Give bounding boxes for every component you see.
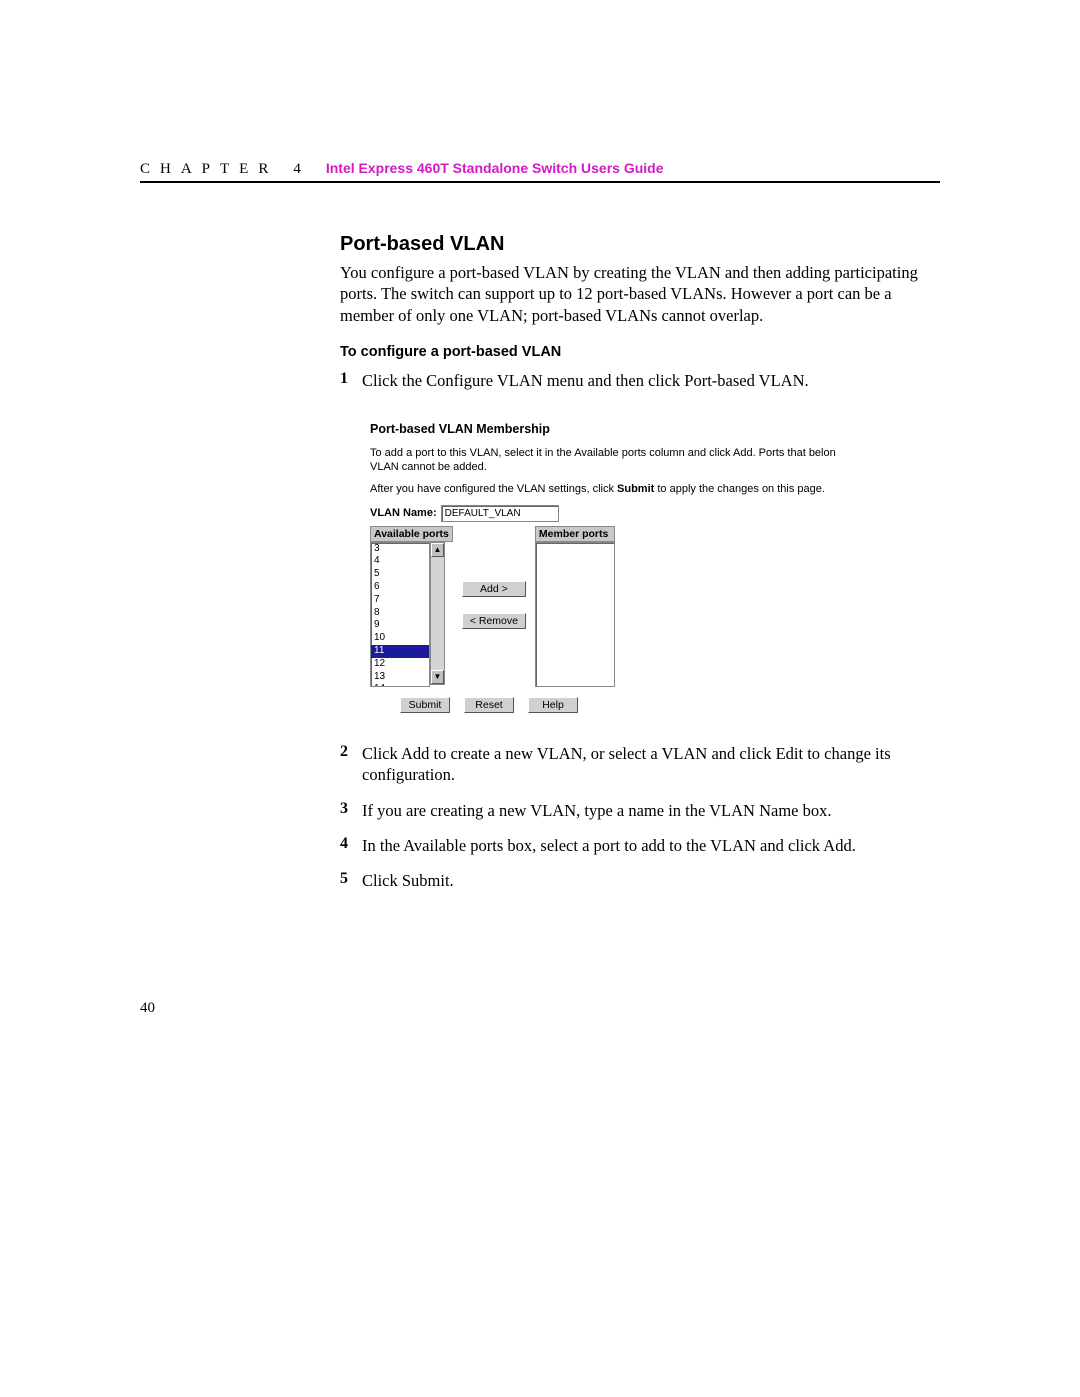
member-ports-listbox[interactable] xyxy=(535,542,615,687)
step-number: 4 xyxy=(340,835,362,856)
list-item[interactable]: 14 xyxy=(371,683,429,686)
vlan-membership-screenshot: Port-based VLAN Membership To add a port… xyxy=(370,422,940,713)
list-item[interactable]: 10 xyxy=(371,632,429,645)
sub-heading: To configure a port-based VLAN xyxy=(340,344,940,360)
remove-button[interactable]: < Remove xyxy=(462,613,526,629)
intro-paragraph: You configure a port-based VLAN by creat… xyxy=(340,262,940,326)
list-item[interactable]: 3 xyxy=(371,543,429,556)
list-item[interactable]: 9 xyxy=(371,619,429,632)
step-number: 3 xyxy=(340,800,362,821)
member-ports-header: Member ports xyxy=(535,526,615,542)
screenshot-title: Port-based VLAN Membership xyxy=(370,422,940,436)
guide-title: Intel Express 460T Standalone Switch Use… xyxy=(326,160,664,176)
vlan-name-input[interactable] xyxy=(441,505,559,522)
running-header: CHAPTER 4 Intel Express 460T Standalone … xyxy=(140,160,940,183)
step-1: 1 Click the Configure VLAN menu and then… xyxy=(340,370,940,391)
step-text: Click the Configure VLAN menu and then c… xyxy=(362,370,940,391)
scroll-down-icon[interactable]: ▼ xyxy=(431,670,444,684)
step-text: In the Available ports box, select a por… xyxy=(362,835,940,856)
chapter-number: 4 xyxy=(293,161,301,178)
screenshot-instruction-1: To add a port to this VLAN, select it in… xyxy=(370,446,940,475)
step-5: 5 Click Submit. xyxy=(340,870,940,891)
step-number: 2 xyxy=(340,743,362,786)
available-ports-header: Available ports xyxy=(370,526,453,542)
list-item[interactable]: 12 xyxy=(371,658,429,671)
list-item[interactable]: 7 xyxy=(371,594,429,607)
reset-button[interactable]: Reset xyxy=(464,697,514,713)
list-item[interactable]: 5 xyxy=(371,568,429,581)
help-button[interactable]: Help xyxy=(528,697,578,713)
list-item[interactable]: 11 xyxy=(371,645,429,658)
step-3: 3 If you are creating a new VLAN, type a… xyxy=(340,800,940,821)
step-2: 2 Click Add to create a new VLAN, or sel… xyxy=(340,743,940,786)
list-item[interactable]: 8 xyxy=(371,607,429,620)
scroll-up-icon[interactable]: ▲ xyxy=(431,543,444,557)
step-number: 5 xyxy=(340,870,362,891)
screenshot-instruction-2: After you have configured the VLAN setti… xyxy=(370,482,940,496)
section-title: Port-based VLAN xyxy=(340,233,940,256)
add-button[interactable]: Add > xyxy=(462,581,526,597)
step-text: Click Add to create a new VLAN, or selec… xyxy=(362,743,940,786)
page-number: 40 xyxy=(140,1000,155,1017)
available-ports-scrollbar[interactable]: ▲ ▼ xyxy=(430,542,445,685)
available-ports-listbox[interactable]: 34567891011121314 xyxy=(370,542,430,687)
chapter-label: CHAPTER xyxy=(140,161,278,178)
step-4: 4 In the Available ports box, select a p… xyxy=(340,835,940,856)
vlan-name-label: VLAN Name: xyxy=(370,507,437,519)
step-text: Click Submit. xyxy=(362,870,940,891)
submit-button[interactable]: Submit xyxy=(400,697,450,713)
list-item[interactable]: 4 xyxy=(371,555,429,568)
step-number: 1 xyxy=(340,370,362,391)
list-item[interactable]: 6 xyxy=(371,581,429,594)
list-item[interactable]: 13 xyxy=(371,671,429,684)
step-text: If you are creating a new VLAN, type a n… xyxy=(362,800,940,821)
